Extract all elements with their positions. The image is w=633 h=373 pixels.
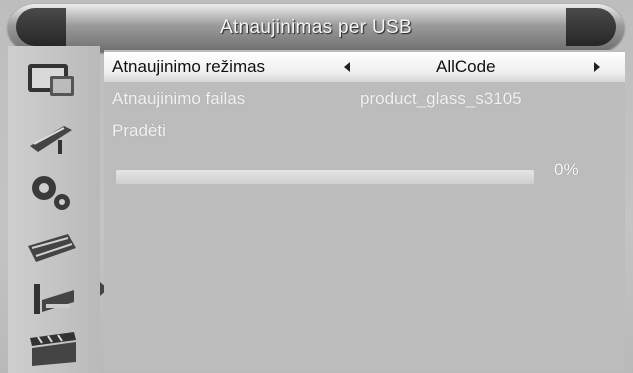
update-file-row[interactable]: Atnaujinimo failas product_glass_s3105 xyxy=(104,84,625,114)
menu-panel: Atnaujinimo režimas AllCode Atnaujinimo … xyxy=(104,50,625,372)
screen: Atnaujinimas per USB Atnaujinimo režimas… xyxy=(0,0,633,373)
arrow-right-icon[interactable] xyxy=(594,62,600,72)
progress-bar xyxy=(116,170,534,184)
update-mode-value: AllCode xyxy=(436,57,496,76)
gears-settings-icon[interactable] xyxy=(24,172,80,212)
clapperboard-icon[interactable] xyxy=(24,328,80,368)
update-mode-label: Atnaujinimo režimas xyxy=(112,57,266,76)
sidebar xyxy=(8,46,108,373)
start-row[interactable]: Pradėti xyxy=(104,116,625,146)
title-bar: Atnaujinimas per USB xyxy=(8,4,624,52)
media-tools-icon[interactable] xyxy=(24,278,80,318)
tv-picture-icon[interactable] xyxy=(24,60,80,100)
page-title: Atnaujinimas per USB xyxy=(220,17,412,38)
update-file-label: Atnaujinimo failas xyxy=(112,89,246,108)
start-label: Pradėti xyxy=(112,121,166,140)
toolbox-icon[interactable] xyxy=(24,226,80,266)
satellite-dish-icon[interactable] xyxy=(24,116,80,156)
progress-percent: 0% xyxy=(554,160,579,179)
update-file-value: product_glass_s3105 xyxy=(360,89,522,108)
arrow-left-icon[interactable] xyxy=(344,62,350,72)
update-mode-row[interactable]: Atnaujinimo režimas AllCode xyxy=(104,52,625,82)
